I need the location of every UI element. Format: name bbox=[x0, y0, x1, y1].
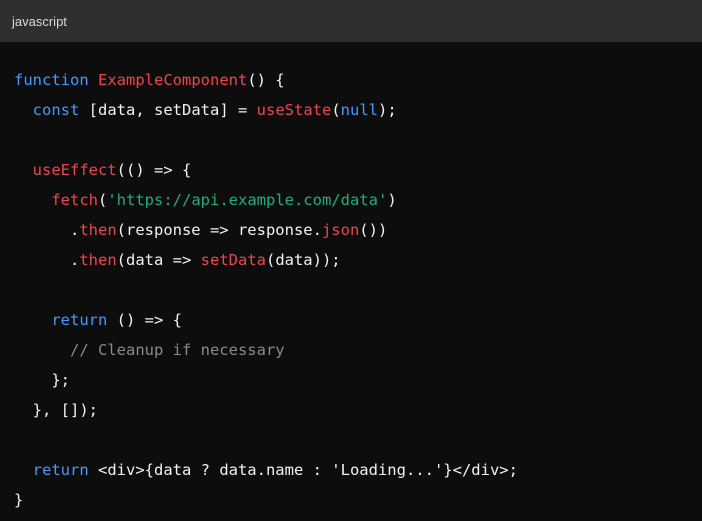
function-token: then bbox=[79, 221, 117, 239]
plain-token: . bbox=[14, 221, 80, 239]
plain-token: }, []); bbox=[14, 401, 98, 419]
plain-token: () => { bbox=[107, 311, 182, 329]
function-token: useEffect bbox=[32, 161, 117, 179]
function-token: setData bbox=[200, 251, 266, 269]
plain-token: [data, setData] = bbox=[79, 101, 257, 119]
plain-token: (data => bbox=[116, 251, 201, 269]
code-block: javascript function ExampleComponent() {… bbox=[0, 0, 702, 521]
code-line: fetch('https://api.example.com/data') bbox=[14, 185, 702, 215]
function-token: then bbox=[79, 251, 117, 269]
plain-token: } bbox=[14, 491, 24, 509]
keyword-token: const bbox=[32, 101, 80, 119]
plain-token: (response => response. bbox=[116, 221, 322, 239]
code-line: .then(response => response.json()) bbox=[14, 215, 702, 245]
function-token: fetch bbox=[51, 191, 98, 209]
function-token: ExampleComponent bbox=[98, 71, 248, 89]
code-line: }; bbox=[14, 365, 702, 395]
code-line: } bbox=[14, 485, 702, 515]
plain-token: (data)); bbox=[265, 251, 341, 269]
plain-token: ); bbox=[377, 101, 397, 119]
code-line: const [data, setData] = useState(null); bbox=[14, 95, 702, 125]
plain-token: <div>{data ? data.name : 'Loading...'}</… bbox=[88, 461, 518, 479]
plain-token: () { bbox=[247, 71, 285, 89]
code-line: return () => { bbox=[14, 305, 702, 335]
plain-token: . bbox=[14, 251, 80, 269]
language-label: javascript bbox=[12, 13, 67, 29]
code-line: }, []); bbox=[14, 395, 702, 425]
function-token: json bbox=[321, 221, 360, 239]
code-line: return <div>{data ? data.name : 'Loading… bbox=[14, 455, 702, 485]
plain-token: }; bbox=[14, 371, 70, 389]
code-line: useEffect(() => { bbox=[14, 155, 702, 185]
plain-token: (() => { bbox=[116, 161, 192, 179]
keyword-token: function bbox=[14, 71, 89, 89]
comment-token: // Cleanup if necessary bbox=[70, 341, 285, 359]
plain-token: ) bbox=[387, 191, 397, 209]
code-line: function ExampleComponent() { bbox=[14, 65, 702, 95]
plain-token: ( bbox=[98, 191, 108, 209]
keyword-token: return bbox=[32, 461, 89, 479]
string-token: 'https://api.example.com/data' bbox=[107, 191, 388, 209]
plain-token: ( bbox=[331, 101, 341, 119]
code-line: // Cleanup if necessary bbox=[14, 335, 702, 365]
plain-token: ()) bbox=[359, 221, 388, 239]
keyword-token: return bbox=[51, 311, 108, 329]
keyword-token: null bbox=[340, 101, 378, 119]
function-token: useState bbox=[256, 101, 332, 119]
code-block-header: javascript bbox=[0, 0, 702, 42]
code-content[interactable]: function ExampleComponent() { const [dat… bbox=[0, 42, 702, 515]
code-line: .then(data => setData(data)); bbox=[14, 245, 702, 275]
